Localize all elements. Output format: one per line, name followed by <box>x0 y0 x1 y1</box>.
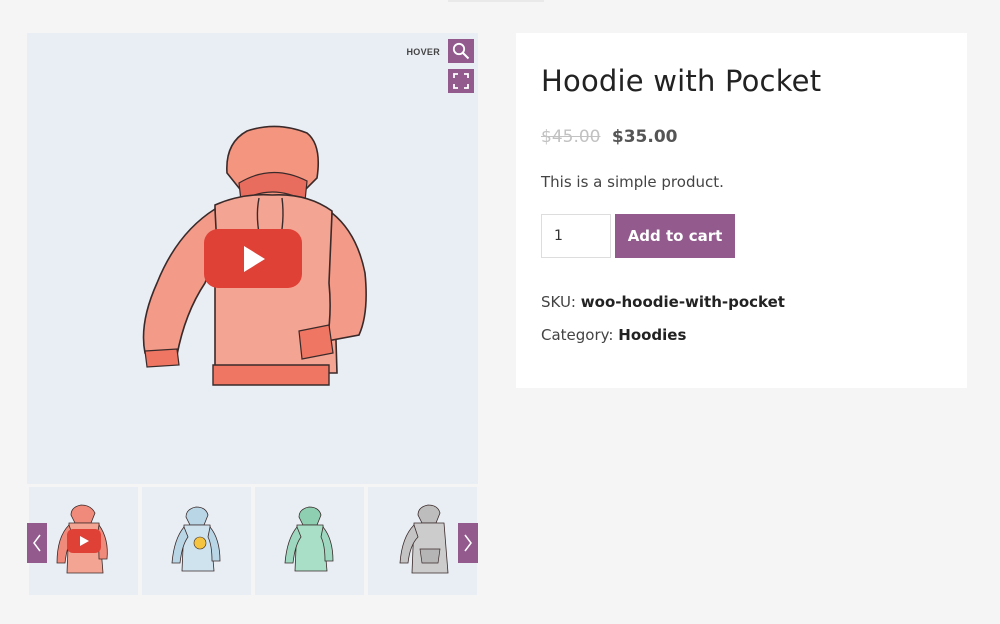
main-product-image[interactable]: HOVER <box>27 33 478 484</box>
product-title: Hoodie with Pocket <box>541 64 822 98</box>
add-to-cart-button[interactable]: Add to cart <box>615 214 735 258</box>
quantity-input[interactable] <box>541 214 611 258</box>
thumbnail-2[interactable] <box>142 487 251 595</box>
hoodie-thumbnail <box>284 506 334 572</box>
zoom-hover-label: HOVER <box>406 47 440 57</box>
thumbnail-3[interactable] <box>255 487 364 595</box>
regular-price: $45.00 <box>541 127 601 147</box>
thumbnail-next-arrow[interactable] <box>458 523 478 563</box>
sku-value: woo-hoodie-with-pocket <box>580 293 785 311</box>
thumbnail-prev-arrow[interactable] <box>27 523 47 563</box>
zoom-button[interactable] <box>448 39 474 63</box>
sku-label: SKU: <box>541 293 576 311</box>
product-summary: Hoodie with Pocket $45.00 $35.00 This is… <box>516 33 967 388</box>
category-link[interactable]: Hoodies <box>618 326 686 344</box>
thumbnail-video-badge <box>67 529 101 553</box>
video-play-button[interactable] <box>204 229 302 288</box>
sale-price: $35.00 <box>611 127 678 147</box>
fullscreen-icon <box>453 73 469 89</box>
play-icon <box>244 245 265 272</box>
category-row: Category: Hoodies <box>541 325 942 345</box>
product-meta: SKU: woo-hoodie-with-pocket Category: Ho… <box>541 292 942 345</box>
hoodie-thumbnail <box>171 506 221 572</box>
chevron-left-icon <box>33 534 41 552</box>
fullscreen-button[interactable] <box>448 69 474 93</box>
add-to-cart-form: Add to cart <box>541 214 942 258</box>
chevron-right-icon <box>464 534 472 552</box>
play-icon <box>80 536 89 546</box>
top-divider <box>448 0 544 2</box>
short-description: This is a simple product. <box>541 173 724 191</box>
search-icon <box>452 42 470 60</box>
sku-row: SKU: woo-hoodie-with-pocket <box>541 292 942 312</box>
category-label: Category: <box>541 326 614 344</box>
product-price: $45.00 $35.00 <box>541 126 942 148</box>
thumbnail-strip <box>27 487 478 595</box>
product-gallery: HOVER <box>27 33 478 595</box>
